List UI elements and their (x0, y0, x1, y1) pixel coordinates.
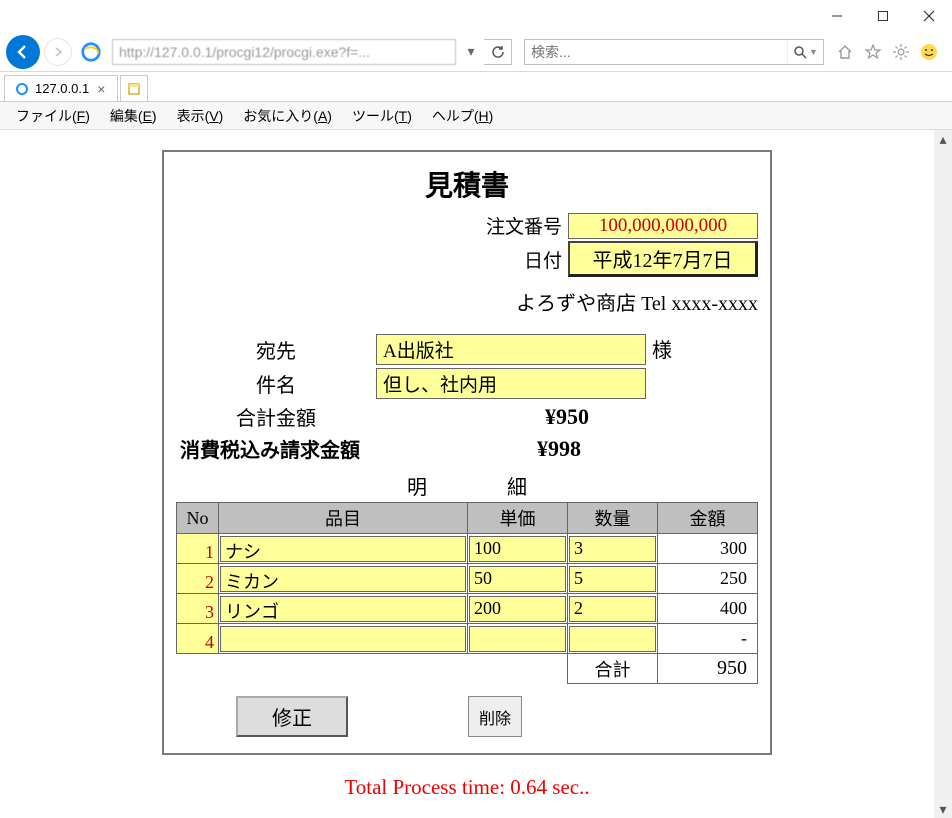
cell-qty[interactable]: 3 (569, 536, 656, 562)
cell-price[interactable]: 50 (469, 566, 566, 592)
to-field[interactable]: A出版社 (376, 334, 646, 365)
search-box[interactable]: ▼ (524, 39, 824, 65)
th-no: No (177, 503, 219, 534)
modify-button[interactable]: 修正 (236, 696, 348, 737)
menu-tools[interactable]: ツール(T) (342, 103, 422, 129)
cell-qty[interactable] (569, 626, 656, 652)
favorites-icon[interactable] (862, 41, 884, 63)
search-input[interactable] (525, 44, 787, 60)
cell-no: 2 (177, 564, 219, 594)
process-time: Total Process time: 0.64 sec.. (0, 775, 934, 800)
search-button[interactable]: ▼ (787, 40, 823, 64)
address-dropdown-icon[interactable]: ▾ (462, 43, 480, 60)
smiley-icon[interactable] (918, 41, 940, 63)
ie-logo-icon (80, 41, 102, 63)
scroll-down-icon[interactable]: ▾ (934, 800, 952, 818)
th-price: 単価 (468, 503, 568, 534)
cell-no: 1 (177, 534, 219, 564)
tab-close-icon[interactable]: × (95, 81, 107, 97)
date-field[interactable]: 平成12年7月7日 (568, 241, 758, 277)
cell-amount: 300 (658, 534, 758, 564)
cell-item[interactable]: ミカン (220, 566, 466, 592)
cell-price[interactable]: 100 (469, 536, 566, 562)
table-row: 3 リンゴ 200 2 400 (177, 594, 758, 624)
vertical-scrollbar[interactable]: ▴ ▾ (934, 130, 952, 818)
scroll-up-icon[interactable]: ▴ (934, 130, 952, 148)
menu-edit[interactable]: 編集(E) (100, 103, 167, 129)
order-no-label: 注文番号 (486, 212, 562, 239)
total-row: 合計 950 (177, 654, 758, 684)
quotation-document: 見積書 注文番号 100,000,000,000 日付 平成12年7月7日 よろ… (162, 150, 772, 755)
cell-item[interactable] (220, 626, 466, 652)
cell-amount: 250 (658, 564, 758, 594)
date-label: 日付 (524, 246, 562, 273)
close-button[interactable] (906, 0, 952, 32)
refresh-button[interactable] (484, 39, 512, 65)
doc-title: 見積書 (176, 164, 758, 204)
sum-label: 合計金額 (176, 402, 376, 431)
back-button[interactable] (6, 35, 40, 69)
menu-view[interactable]: 表示(V) (167, 103, 234, 129)
cell-no: 4 (177, 624, 219, 654)
table-row: 2 ミカン 50 5 250 (177, 564, 758, 594)
cell-item[interactable]: リンゴ (220, 596, 466, 622)
delete-button[interactable]: 削除 (468, 696, 522, 737)
maximize-button[interactable] (860, 0, 906, 32)
table-row: 4 - (177, 624, 758, 654)
taxsum-label: 消費税込み請求金額 (176, 434, 360, 463)
cell-amount: - (658, 624, 758, 654)
to-suffix: 様 (652, 340, 672, 362)
cell-no: 3 (177, 594, 219, 624)
detail-heading: 明細 (176, 471, 758, 500)
forward-button (44, 38, 72, 66)
new-tab-button[interactable] (120, 75, 148, 101)
menu-help[interactable]: ヘルプ(H) (422, 103, 503, 129)
order-no-field[interactable]: 100,000,000,000 (568, 213, 758, 239)
cell-amount: 400 (658, 594, 758, 624)
ie-favicon-icon (15, 82, 29, 96)
th-item: 品目 (219, 503, 468, 534)
cell-qty[interactable]: 2 (569, 596, 656, 622)
th-amount: 金額 (658, 503, 758, 534)
total-value: 950 (658, 654, 758, 684)
shop-info: よろずや商店 Tel xxxx-xxxx (176, 287, 758, 316)
table-row: 1 ナシ 100 3 300 (177, 534, 758, 564)
address-bar[interactable]: http://127.0.0.1/procgi12/procgi.exe?f=.… (112, 39, 456, 65)
browser-tab[interactable]: 127.0.0.1 × (4, 75, 118, 101)
menu-file[interactable]: ファイル(F) (6, 103, 100, 129)
items-table: No 品目 単価 数量 金額 1 ナシ 100 3 (176, 502, 758, 684)
cell-price[interactable] (469, 626, 566, 652)
home-icon[interactable] (834, 41, 856, 63)
th-qty: 数量 (568, 503, 658, 534)
to-label: 宛先 (176, 335, 376, 364)
cell-qty[interactable]: 5 (569, 566, 656, 592)
cell-item[interactable]: ナシ (220, 536, 466, 562)
menu-favorites[interactable]: お気に入り(A) (233, 103, 342, 129)
total-label: 合計 (568, 654, 658, 684)
tab-title: 127.0.0.1 (35, 81, 89, 96)
subject-label: 件名 (176, 369, 376, 398)
settings-icon[interactable] (890, 41, 912, 63)
sum-value: ¥950 (376, 404, 758, 430)
minimize-button[interactable] (814, 0, 860, 32)
cell-price[interactable]: 200 (469, 596, 566, 622)
taxsum-value: ¥998 (360, 436, 758, 462)
subject-field[interactable]: 但し、社内用 (376, 368, 646, 399)
